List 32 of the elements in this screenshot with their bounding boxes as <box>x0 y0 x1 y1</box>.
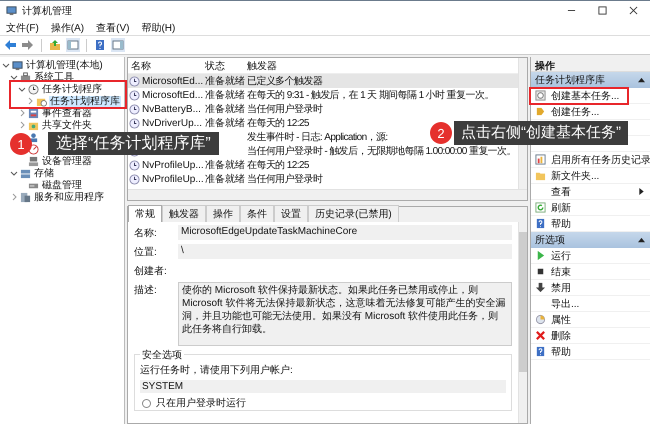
table-cell: NvBatteryB... <box>142 104 201 114</box>
table-cell-text: 当任何用户登录时 <box>247 102 322 116</box>
field-label: 位置: <box>134 246 158 259</box>
table-cell-text: 当任何用户登录时 - 触发后，无限期地每隔 1.00:00:00 重复一次。 <box>247 144 516 158</box>
callout-tooltip: 点击右侧“创建基本任务” <box>454 121 628 145</box>
field-label: 名称: <box>134 227 158 240</box>
table-cell-text: 准备就绪 <box>205 172 245 186</box>
table-cell: NvProfileUp... <box>142 160 204 170</box>
group-title: 安全选项 <box>140 348 184 362</box>
table-cell-text: 当任何用户登录时 <box>247 172 322 186</box>
section-title: 任务计划程序库 <box>535 74 605 87</box>
table-cell-text: 准备就绪 <box>205 88 245 102</box>
window-title: 计算机管理 <box>22 4 72 18</box>
table-cell-text: 准备就绪 <box>205 158 245 172</box>
table-cell-text: 已定义多个触发器 <box>247 74 322 88</box>
callout-tooltip: 选择“任务计划程序库” <box>48 132 219 155</box>
table-cell-text: 在每天的 12:25 <box>247 159 309 172</box>
table-cell: MicrosoftEd... <box>142 90 204 100</box>
table-cell-text: 准备就绪 <box>205 102 245 116</box>
field-label: 描述: <box>134 284 158 298</box>
table-cell-text: 在每天的 9:31 - 触发后，在 1 天 期间每隔 1 小时 重复一次。 <box>247 88 494 102</box>
table-cell: MicrosoftEd... <box>142 76 204 86</box>
table-cell-text: 在每天的 12:25 <box>247 117 309 130</box>
table-cell: NvProfileUp... <box>142 174 204 184</box>
table-cell-text: 准备就绪 <box>205 116 245 130</box>
panel-title: 操作 <box>531 57 650 72</box>
table-cell: NvDriverUp... <box>142 118 202 128</box>
section-title: 所选项 <box>535 234 565 247</box>
field-label: 创建者: <box>134 264 168 278</box>
radio-label: 只在用户登录时运行 <box>156 396 246 410</box>
field-label: 运行任务时，请使用下列用户帐户: <box>140 364 294 377</box>
table-cell-text: 准备就绪 <box>205 74 245 88</box>
